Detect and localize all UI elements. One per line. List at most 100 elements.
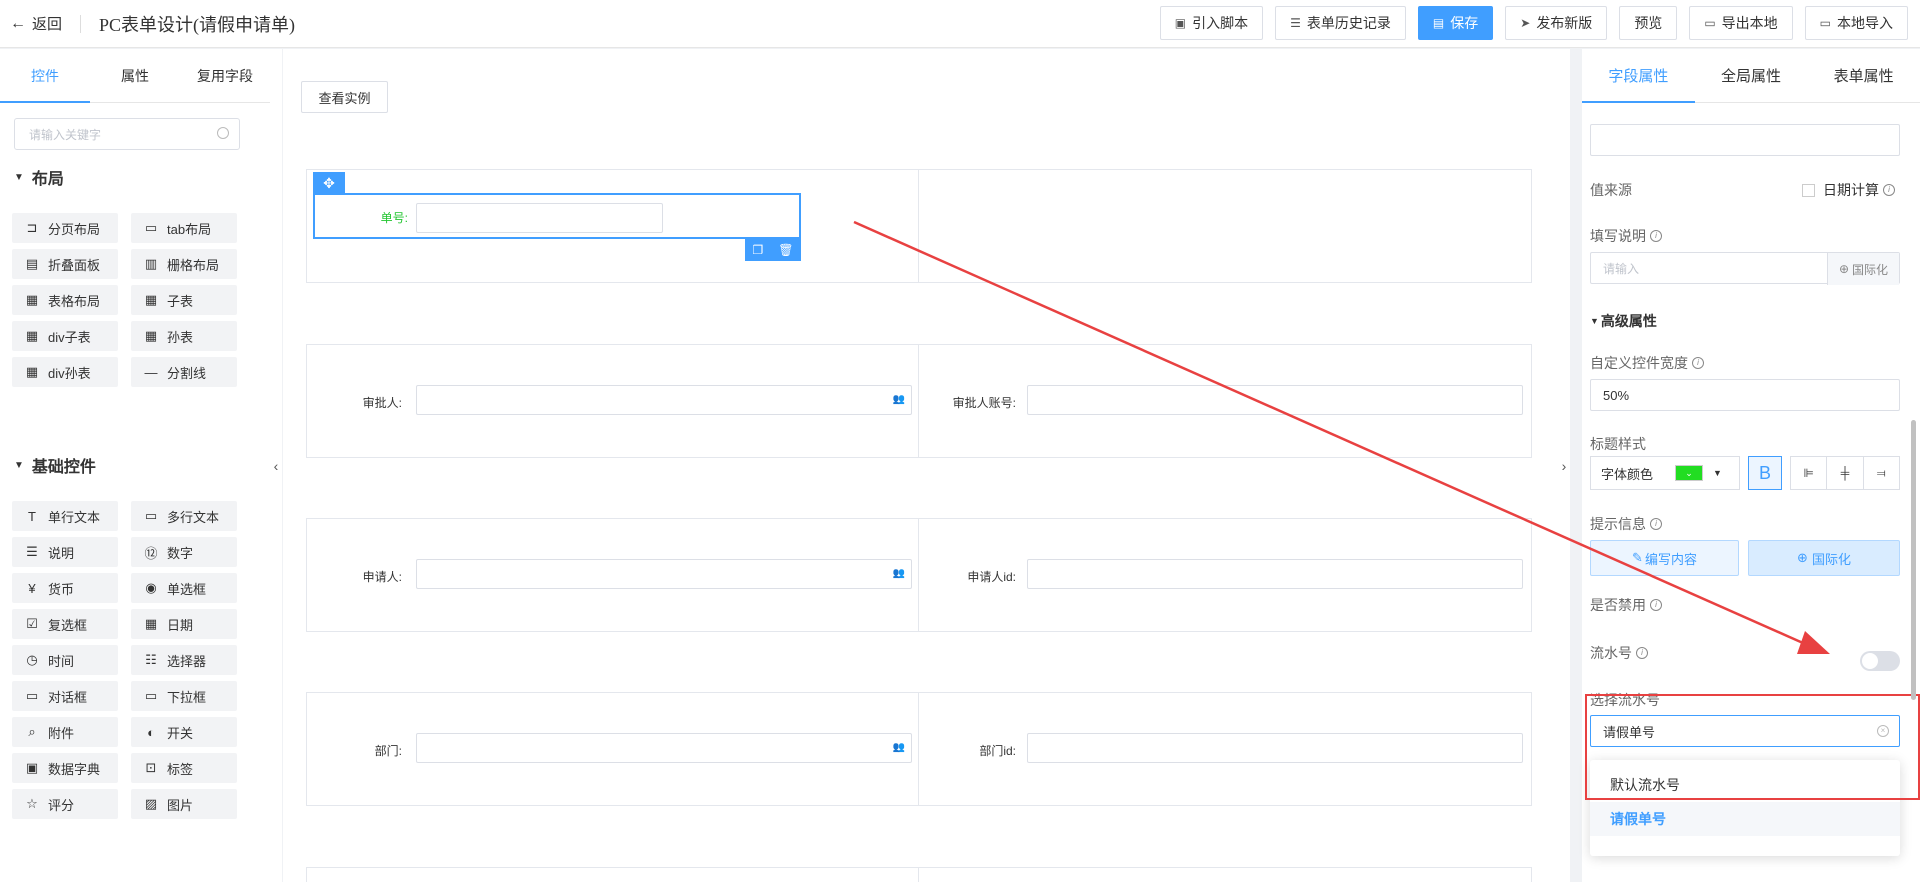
date-calc-label: 日期计算	[1823, 182, 1879, 198]
move-handle-icon[interactable]: ✥	[313, 172, 345, 194]
custom-width-input[interactable]: 50%	[1590, 379, 1900, 411]
intl-button[interactable]: ⊕ 国际化	[1748, 540, 1900, 576]
control-item[interactable]: ⌕ 附件	[12, 717, 118, 747]
order-no-input[interactable]	[416, 203, 663, 233]
align-left-icon[interactable]: ⊫	[1791, 457, 1828, 489]
right-scrollbar[interactable]	[1911, 420, 1916, 700]
control-item-label: 栅格布局	[167, 257, 220, 273]
tab-attributes[interactable]: 属性	[90, 49, 180, 102]
form-cell[interactable]: 申请人: 👥	[307, 519, 919, 631]
layout-section-header[interactable]: ▼ 布局	[14, 165, 64, 189]
control-item[interactable]: ◐ 开关	[131, 717, 237, 747]
control-item[interactable]: ▭ tab布局	[131, 213, 237, 243]
control-search-input[interactable]: 请输入关键字	[14, 118, 240, 150]
local-import-button[interactable]: ▭ 本地导入	[1804, 6, 1908, 40]
control-item[interactable]: ◷ 时间	[12, 645, 118, 675]
color-swatch[interactable]: ⌄	[1675, 465, 1704, 481]
form-cell[interactable]: ✥ 单号: ❐ 🗑	[307, 170, 919, 282]
control-item[interactable]: ▤ 折叠面板	[12, 249, 118, 279]
back-button[interactable]: ← 返回	[10, 13, 62, 34]
right-collapse-toggle[interactable]: ›	[1558, 49, 1570, 882]
caret-down-icon[interactable]: ▼	[1713, 468, 1722, 478]
disabled-switch[interactable]	[1860, 651, 1900, 671]
control-item[interactable]: ◉ 单选框	[131, 573, 237, 603]
page-title: PC表单设计(请假申请单)	[99, 14, 296, 35]
import-script-button[interactable]: ▣ 引入脚本	[1159, 6, 1264, 40]
control-item[interactable]: ☰ 说明	[12, 537, 118, 567]
basic-section-header[interactable]: ▼ 基础控件	[14, 453, 96, 477]
search-placeholder: 请输入关键字	[29, 127, 102, 142]
users-icon[interactable]: 👥	[893, 394, 905, 405]
view-example-button[interactable]: 查看实例	[301, 81, 388, 113]
dropdown-option-selected[interactable]: 请假单号	[1590, 802, 1900, 836]
form-cell[interactable]: 部门: 👥	[307, 693, 919, 805]
tab-controls[interactable]: 控件	[0, 49, 90, 103]
control-item[interactable]: ▦ 孙表	[131, 321, 237, 351]
left-collapse-toggle[interactable]: ‹	[270, 49, 282, 882]
tab-reuse-fields[interactable]: 复用字段	[180, 49, 270, 102]
fill-desc-input[interactable]: 请输入 ⊕ 国际化	[1590, 252, 1900, 285]
font-color-picker[interactable]: 字体颜色 ⌄ ▼	[1590, 456, 1740, 490]
control-item[interactable]: ▦ 子表	[131, 285, 237, 315]
form-cell[interactable]: 审批人账号:	[919, 345, 1531, 457]
form-cell[interactable]	[919, 170, 1531, 222]
control-item[interactable]: ¥ 货币	[12, 573, 118, 603]
control-item[interactable]: ▭ 下拉框	[131, 681, 237, 711]
info-icon[interactable]: i	[1883, 184, 1895, 196]
intl-suffix-button[interactable]: ⊕ 国际化	[1827, 253, 1899, 285]
dept-input[interactable]: 👥	[416, 733, 912, 763]
control-item[interactable]: ⊡ 标签	[131, 753, 237, 783]
info-icon[interactable]: i	[1636, 647, 1648, 659]
control-item[interactable]: ▣ 数据字典	[12, 753, 118, 783]
tab-field-properties[interactable]: 字段属性	[1582, 49, 1695, 103]
users-icon[interactable]: 👥	[893, 568, 905, 579]
form-cell[interactable]: 申请人id:	[919, 519, 1531, 631]
info-icon[interactable]: i	[1650, 230, 1662, 242]
applicant-input[interactable]: 👥	[416, 559, 912, 589]
approver-input[interactable]: 👥	[416, 385, 912, 415]
form-cell[interactable]	[919, 868, 1531, 882]
applicant-id-input[interactable]	[1027, 559, 1523, 589]
advanced-section-header[interactable]: ▼ 高级属性	[1590, 311, 1657, 331]
copy-icon[interactable]: ❐	[753, 243, 764, 257]
back-arrow-icon: ←	[10, 14, 26, 32]
control-item[interactable]: ▦ div子表	[12, 321, 118, 351]
control-item[interactable]: ▭ 对话框	[12, 681, 118, 711]
control-item[interactable]: ⊐ 分页布局	[12, 213, 118, 243]
edit-content-button[interactable]: ✎ 编写内容	[1590, 540, 1739, 576]
info-icon[interactable]: i	[1650, 518, 1662, 530]
control-item[interactable]: ☆ 评分	[12, 789, 118, 819]
control-item[interactable]: T 单行文本	[12, 501, 118, 531]
form-cell[interactable]: 部门id:	[919, 693, 1531, 805]
control-item[interactable]: ▨ 图片	[131, 789, 237, 819]
default-value-input[interactable]	[1590, 124, 1900, 156]
control-item[interactable]: ☷ 选择器	[131, 645, 237, 675]
tab-global-properties[interactable]: 全局属性	[1695, 49, 1808, 102]
control-item[interactable]: ▥ 栅格布局	[131, 249, 237, 279]
dept-id-input[interactable]	[1027, 733, 1523, 763]
control-item[interactable]: ☑ 复选框	[12, 609, 118, 639]
form-cell[interactable]: 审批人: 👥	[307, 345, 919, 457]
align-right-icon[interactable]: ⫤	[1864, 457, 1899, 489]
bold-toggle[interactable]: B	[1748, 456, 1782, 490]
export-button[interactable]: ▭ 导出本地	[1689, 6, 1793, 40]
save-button[interactable]: ▤ 保存	[1417, 6, 1494, 40]
approver-account-input[interactable]	[1027, 385, 1523, 415]
control-item[interactable]: — 分割线	[131, 357, 237, 387]
control-item[interactable]: ▭ 多行文本	[131, 501, 237, 531]
users-icon[interactable]: 👥	[893, 742, 905, 753]
info-icon[interactable]: i	[1692, 357, 1704, 369]
form-cell[interactable]	[307, 868, 919, 882]
tab-form-properties[interactable]: 表单属性	[1807, 49, 1920, 102]
align-center-icon[interactable]: ╪	[1827, 457, 1864, 489]
info-icon[interactable]: i	[1650, 599, 1662, 611]
history-button[interactable]: ☰ 表单历史记录	[1275, 6, 1406, 40]
date-calc-checkbox[interactable]: 日期计算 i	[1802, 180, 1895, 200]
control-item[interactable]: ▦ 表格布局	[12, 285, 118, 315]
preview-button[interactable]: 预览	[1619, 6, 1678, 40]
control-item[interactable]: ⑫ 数字	[131, 537, 237, 567]
publish-button[interactable]: ➤ 发布新版	[1505, 6, 1608, 40]
trash-icon[interactable]: 🗑	[778, 243, 793, 257]
control-item[interactable]: ▦ 日期	[131, 609, 237, 639]
control-item[interactable]: ▦ div孙表	[12, 357, 118, 387]
